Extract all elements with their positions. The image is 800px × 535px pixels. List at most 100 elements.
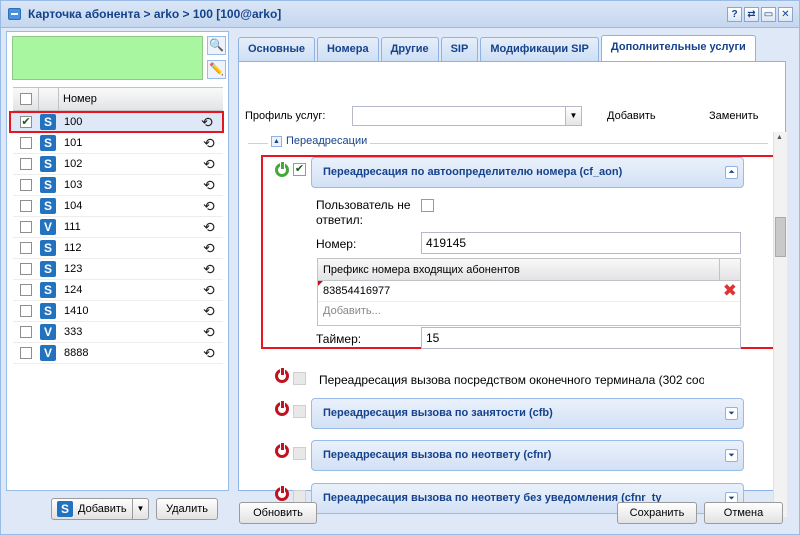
sip-icon: S: [40, 156, 56, 172]
title-bar[interactable]: Карточка абонента > arko > 100 [100@arko…: [1, 1, 799, 28]
vertical-scrollbar[interactable]: ▲ ▼: [773, 132, 787, 517]
power-off-icon[interactable]: [275, 400, 289, 416]
row-checkbox[interactable]: [20, 158, 32, 170]
row-checkbox[interactable]: [20, 347, 32, 359]
table-row[interactable]: S 103 ⟲: [13, 175, 223, 196]
table-row[interactable]: V 8888 ⟲: [13, 343, 223, 364]
history-icon[interactable]: ⟲: [203, 345, 215, 361]
table-row[interactable]: S 1410 ⟲: [13, 301, 223, 322]
expand-icon[interactable]: ⏷: [725, 407, 738, 420]
sip-icon: S: [57, 501, 73, 517]
table-row[interactable]: S 124 ⟲: [13, 280, 223, 301]
row-checkbox[interactable]: [20, 284, 32, 296]
collapse-icon[interactable]: ▲: [271, 135, 282, 147]
power-on-icon[interactable]: [275, 161, 289, 177]
save-button[interactable]: Сохранить: [617, 502, 697, 524]
row-checkbox[interactable]: [20, 263, 32, 275]
cf-302-checkbox[interactable]: [293, 372, 306, 385]
chevron-down-icon[interactable]: ▼: [565, 107, 581, 125]
history-icon[interactable]: ⟲: [203, 261, 215, 277]
tab-additional-services[interactable]: Дополнительные услуги: [600, 35, 756, 61]
power-off-icon[interactable]: [275, 367, 289, 383]
scroll-up-icon[interactable]: ▲: [776, 134, 783, 141]
history-icon[interactable]: ⟲: [203, 282, 215, 298]
row-checkbox[interactable]: [20, 137, 32, 149]
select-all-checkbox[interactable]: [20, 93, 32, 105]
delete-icon[interactable]: ✖: [723, 282, 737, 300]
tab-other[interactable]: Другие: [380, 37, 439, 61]
virtual-icon: V: [40, 324, 56, 340]
table-row[interactable]: ✔ S 100 ⟲: [9, 111, 224, 133]
history-icon[interactable]: ⟲: [203, 198, 215, 214]
restore-button[interactable]: ⇄: [744, 7, 759, 22]
row-checkbox[interactable]: [20, 200, 32, 212]
history-icon[interactable]: ⟲: [203, 135, 215, 151]
row-checkbox[interactable]: [20, 221, 32, 233]
maximize-button[interactable]: ▭: [761, 7, 776, 22]
forward-number-input[interactable]: 419145: [421, 232, 741, 254]
tab-numbers[interactable]: Номера: [316, 37, 379, 61]
services-scroll-area: ▲ Переадресации ✔ Переадресация по автоо…: [244, 132, 774, 517]
number-cell: 101: [64, 137, 83, 149]
table-row[interactable]: S 104 ⟲: [13, 196, 223, 217]
close-button[interactable]: ✕: [778, 7, 793, 22]
profile-select[interactable]: ▼: [352, 106, 582, 126]
replace-profile-link[interactable]: Заменить: [709, 110, 758, 122]
history-icon[interactable]: ⟲: [203, 324, 215, 340]
forwarding-section-title[interactable]: ▲ Переадресации: [268, 135, 371, 147]
tab-sip[interactable]: SIP: [440, 37, 479, 61]
sip-icon: S: [40, 114, 56, 130]
window-title: Карточка абонента > arko > 100 [100@arko…: [28, 7, 282, 21]
add-profile-link[interactable]: Добавить: [607, 110, 656, 122]
row-checkbox[interactable]: [20, 305, 32, 317]
cancel-button[interactable]: Отмена: [704, 502, 783, 524]
no-answer-checkbox[interactable]: [421, 199, 434, 212]
dirty-marker: [318, 281, 323, 286]
numbers-panel: 🔍 ✏️ Номер ✔ S 100 ⟲ S 101 ⟲ S 102 ⟲ S 103 ⟲ S 104 ⟲ V 11…: [6, 31, 229, 491]
row-checkbox[interactable]: ✔: [20, 116, 32, 128]
help-button[interactable]: ?: [727, 7, 742, 22]
row-checkbox[interactable]: [20, 326, 32, 338]
expand-icon[interactable]: ⏷: [725, 449, 738, 462]
history-icon[interactable]: ⟲: [203, 219, 215, 235]
sip-icon: S: [40, 240, 56, 256]
power-off-icon[interactable]: [275, 442, 289, 458]
tab-main[interactable]: Основные: [238, 37, 315, 61]
history-icon[interactable]: ⟲: [203, 240, 215, 256]
edit-icon[interactable]: ✏️: [207, 60, 226, 79]
row-checkbox[interactable]: [20, 242, 32, 254]
search-area[interactable]: [12, 36, 203, 80]
cf-aon-checkbox[interactable]: ✔: [293, 163, 306, 176]
history-icon[interactable]: ⟲: [203, 303, 215, 319]
search-icon[interactable]: 🔍: [207, 36, 226, 55]
collapse-icon[interactable]: ⏶: [725, 166, 738, 179]
delete-button[interactable]: Удалить: [156, 498, 218, 520]
history-icon[interactable]: ⟲: [203, 177, 215, 193]
cfb-header[interactable]: Переадресация вызова по занятости (cfb) …: [311, 398, 744, 429]
cfnr-header[interactable]: Переадресация вызова по неответу (cfnr) …: [311, 440, 744, 471]
cfnr-checkbox[interactable]: [293, 447, 306, 460]
scroll-thumb[interactable]: [775, 217, 786, 257]
add-number-button[interactable]: S Добавить ▼: [51, 498, 149, 520]
table-row[interactable]: S 112 ⟲: [13, 238, 223, 259]
number-cell: 111: [64, 221, 81, 233]
number-column-header[interactable]: Номер: [63, 93, 97, 105]
tab-sip-modifications[interactable]: Модификации SIP: [480, 37, 599, 61]
add-prefix-placeholder[interactable]: Добавить...: [318, 301, 740, 320]
refresh-button[interactable]: Обновить: [239, 502, 317, 524]
timer-input[interactable]: 15: [421, 327, 741, 349]
cfb-checkbox[interactable]: [293, 405, 306, 418]
row-checkbox[interactable]: [20, 179, 32, 191]
history-icon[interactable]: ⟲: [203, 156, 215, 172]
prefix-row[interactable]: 83854416977 ✖: [318, 281, 740, 301]
history-icon[interactable]: ⟲: [201, 114, 213, 130]
dropdown-arrow-icon[interactable]: ▼: [132, 499, 148, 519]
table-row[interactable]: S 102 ⟲: [13, 154, 223, 175]
cf-aon-header[interactable]: Переадресация по автоопределителю номера…: [311, 157, 744, 188]
sip-icon: S: [40, 282, 56, 298]
table-row[interactable]: S 101 ⟲: [13, 133, 223, 154]
table-row[interactable]: V 333 ⟲: [13, 322, 223, 343]
table-row[interactable]: S 123 ⟲: [13, 259, 223, 280]
power-off-icon[interactable]: [275, 485, 289, 501]
table-row[interactable]: V 111 ⟲: [13, 217, 223, 238]
